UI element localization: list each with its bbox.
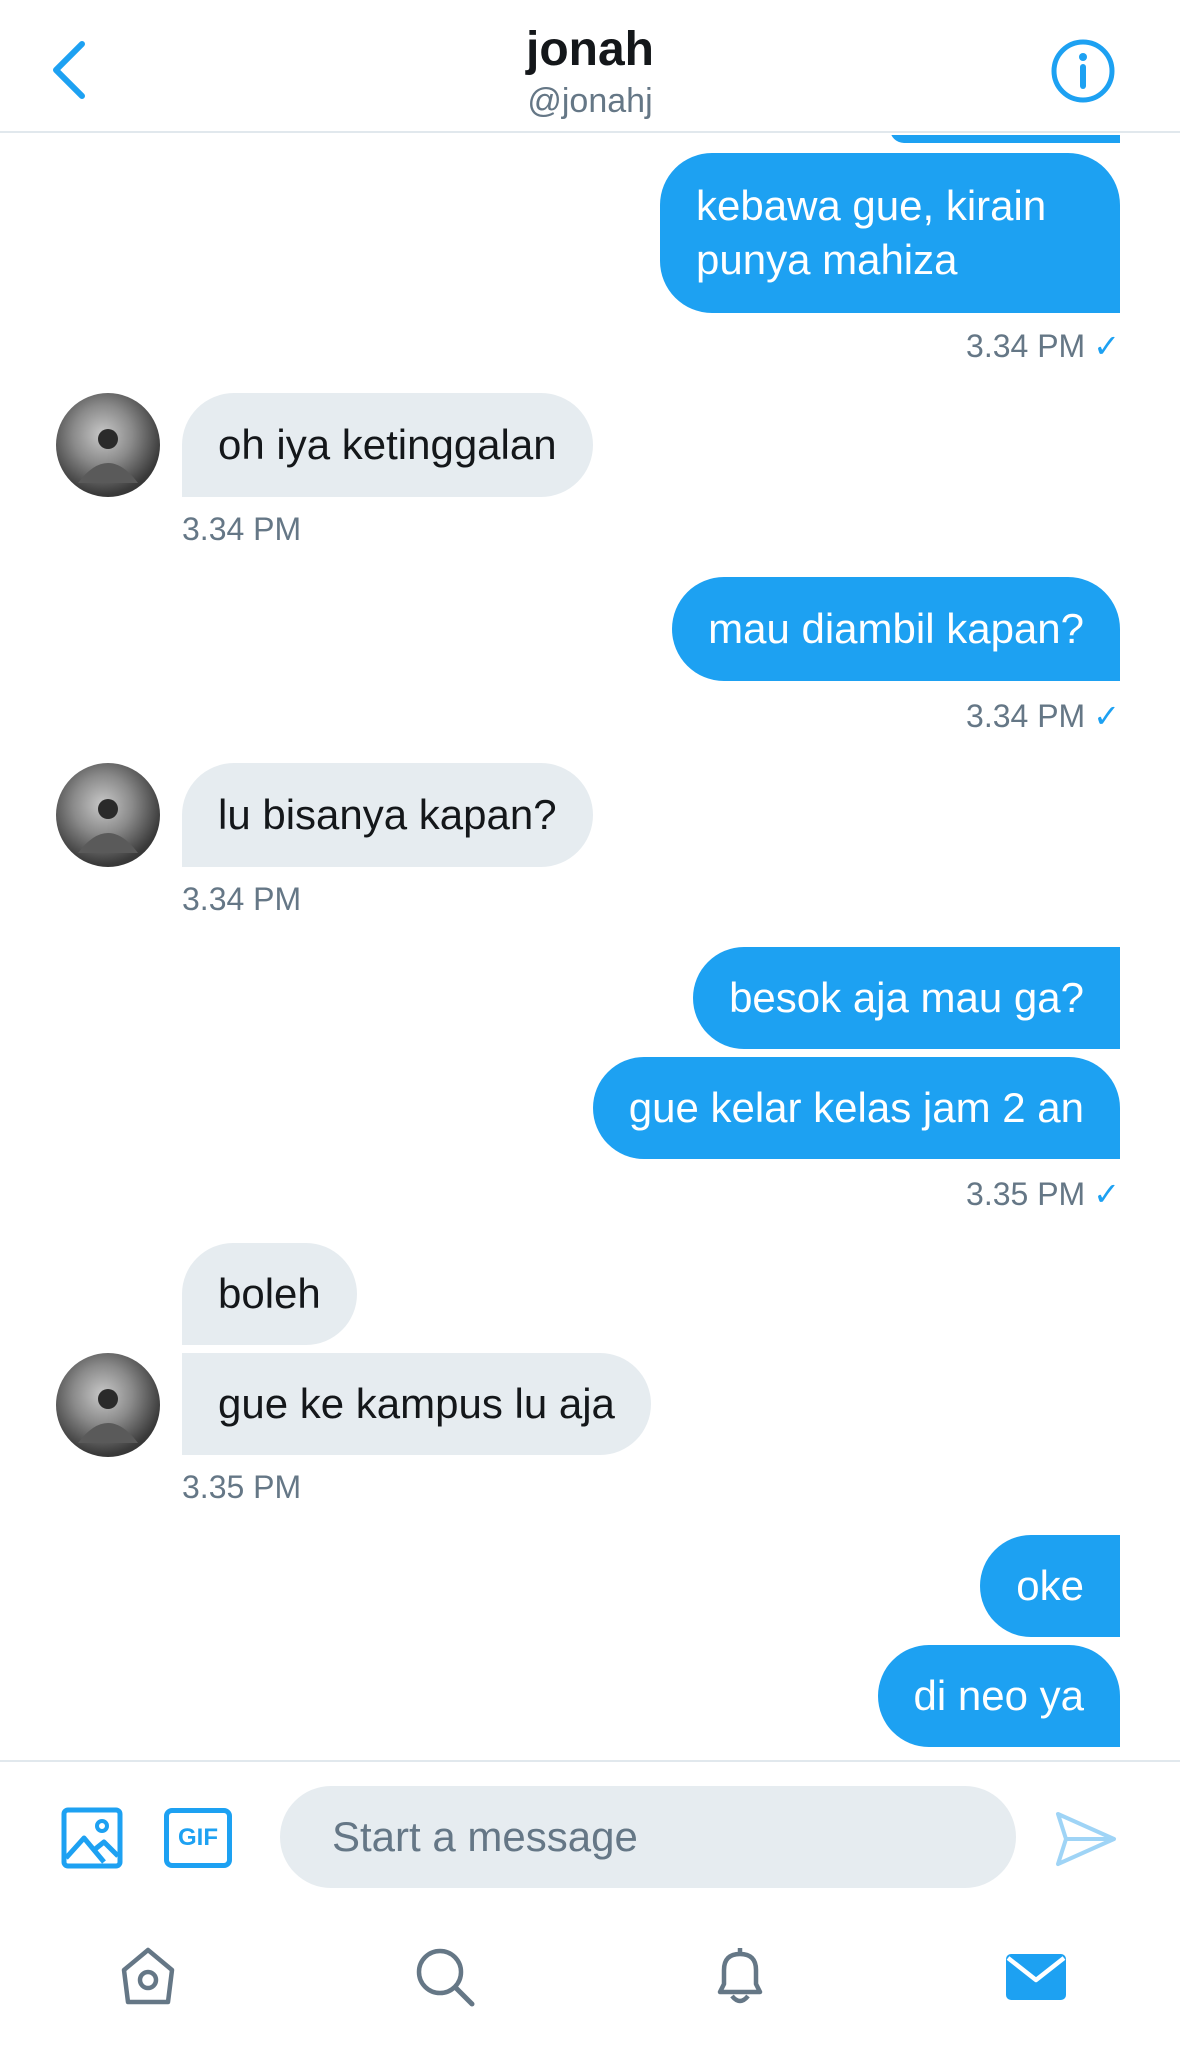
message-list[interactable]: kebawa gue, kirain punya mahiza 3.34 PM ✓… bbox=[0, 135, 1180, 1760]
message-text-line: punya mahiza bbox=[696, 236, 958, 283]
image-icon bbox=[61, 1807, 123, 1869]
add-image-button[interactable] bbox=[60, 1806, 124, 1870]
message-timestamp: 3.35 PM bbox=[182, 1469, 302, 1505]
message-text: oke bbox=[1016, 1562, 1084, 1609]
avatar[interactable] bbox=[56, 763, 160, 867]
mail-icon bbox=[1006, 1954, 1066, 2000]
message-text: boleh bbox=[218, 1270, 321, 1317]
message-input[interactable] bbox=[280, 1786, 1016, 1888]
bottom-tab-bar bbox=[0, 1900, 1180, 2048]
tab-home[interactable] bbox=[116, 1944, 180, 2008]
gif-button[interactable]: GIF bbox=[164, 1808, 232, 1868]
tab-messages[interactable] bbox=[1004, 1944, 1068, 2008]
info-button[interactable] bbox=[1050, 38, 1116, 104]
message-bubble-outgoing[interactable] bbox=[890, 135, 1120, 143]
read-check-icon: ✓ bbox=[1093, 1176, 1120, 1212]
message-bubble-outgoing[interactable]: oke bbox=[980, 1535, 1120, 1637]
message-timestamp: 3.34 PM bbox=[182, 881, 302, 917]
message-text: besok aja mau ga? bbox=[729, 974, 1084, 1021]
conversation-header: jonah @jonahj bbox=[0, 0, 1180, 133]
bell-icon bbox=[717, 1948, 763, 2004]
message-bubble-outgoing[interactable]: besok aja mau ga? bbox=[693, 947, 1120, 1049]
message-bubble-incoming[interactable]: lu bisanya kapan? bbox=[182, 763, 593, 867]
gif-label: GIF bbox=[178, 1824, 218, 1851]
home-icon bbox=[121, 1947, 175, 2005]
message-timestamp: 3.34 PM ✓ bbox=[966, 698, 1120, 734]
conversation-handle: @jonahj bbox=[527, 82, 653, 120]
message-timestamp: 3.34 PM ✓ bbox=[966, 328, 1120, 364]
message-text: gue kelar kelas jam 2 an bbox=[628, 1084, 1084, 1131]
message-timestamp: 3.35 PM ✓ bbox=[966, 1176, 1120, 1212]
info-icon bbox=[1051, 39, 1115, 103]
search-icon bbox=[416, 1948, 475, 2007]
avatar[interactable] bbox=[56, 393, 160, 497]
conversation-title-block[interactable]: jonah @jonahj bbox=[0, 22, 1180, 122]
message-bubble-incoming[interactable]: gue ke kampus lu aja bbox=[182, 1353, 651, 1455]
message-bubble-incoming[interactable]: oh iya ketinggalan bbox=[182, 393, 593, 497]
message-bubble-outgoing[interactable]: di neo ya bbox=[877, 1645, 1120, 1747]
send-icon bbox=[1056, 1812, 1116, 1866]
tab-notifications[interactable] bbox=[708, 1944, 772, 2008]
message-text: di neo ya bbox=[913, 1672, 1084, 1719]
avatar[interactable] bbox=[56, 1353, 160, 1457]
message-bubble-outgoing[interactable]: gue kelar kelas jam 2 an bbox=[592, 1057, 1120, 1159]
message-text: oh iya ketinggalan bbox=[218, 421, 557, 468]
message-text-line: kebawa gue, kirain bbox=[696, 182, 1047, 229]
message-bubble-outgoing[interactable]: mau diambil kapan? bbox=[672, 577, 1120, 681]
conversation-title: jonah bbox=[526, 23, 654, 76]
message-text: gue ke kampus lu aja bbox=[218, 1380, 615, 1427]
message-bubble-incoming[interactable]: boleh bbox=[182, 1243, 357, 1345]
message-bubble-outgoing[interactable]: kebawa gue, kirain punya mahiza bbox=[660, 153, 1120, 313]
read-check-icon: ✓ bbox=[1093, 328, 1120, 364]
read-check-icon: ✓ bbox=[1093, 698, 1120, 734]
tab-search[interactable] bbox=[412, 1944, 476, 2008]
message-text: mau diambil kapan? bbox=[708, 605, 1084, 652]
message-text: lu bisanya kapan? bbox=[218, 791, 557, 838]
send-button[interactable] bbox=[1054, 1810, 1118, 1868]
message-timestamp: 3.34 PM bbox=[182, 511, 302, 547]
message-composer: GIF bbox=[0, 1760, 1180, 1900]
